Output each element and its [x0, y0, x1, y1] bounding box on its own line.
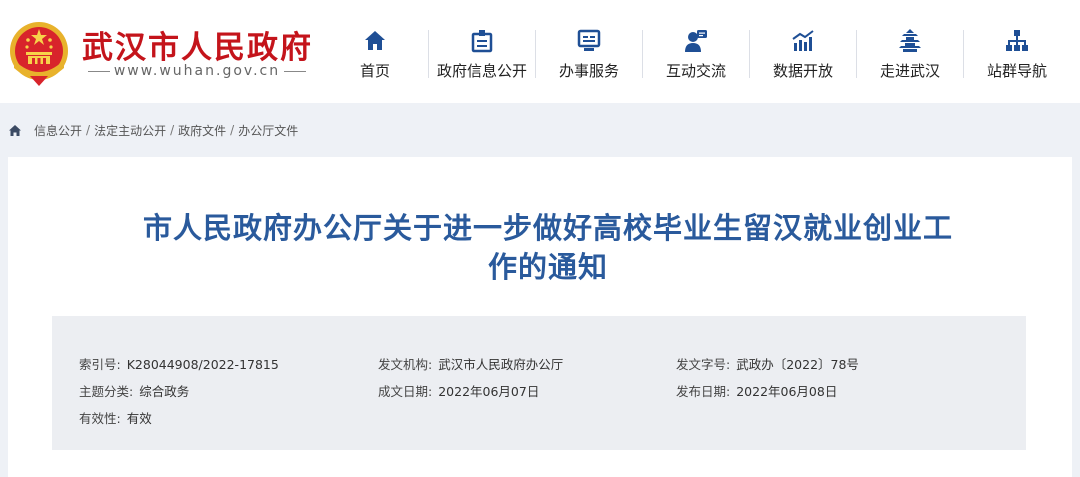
site-url: www.wuhan.gov.cn — [82, 63, 312, 79]
meta-label: 发文机构: — [378, 357, 433, 372]
nav-open-data[interactable]: 数据开放 — [750, 22, 856, 84]
nav-interaction[interactable]: 互动交流 — [643, 22, 749, 84]
meta-value: 有效 — [126, 411, 152, 426]
meta-doc-no: 发文字号: 武政办〔2022〕78号 — [676, 354, 859, 373]
meta-published-date: 发布日期: 2022年06月08日 — [676, 381, 837, 400]
home-icon — [365, 31, 385, 50]
nav-about-wuhan[interactable]: 走进武汉 — [857, 22, 963, 84]
breadcrumb-separator: / — [86, 123, 91, 137]
nav-site-groups-label: 站群导航 — [986, 62, 1047, 80]
breadcrumb-item-info-public[interactable]: 信息公开 — [34, 122, 82, 139]
article-card: 市人民政府办公厅关于进一步做好高校毕业生留汉就业创业工 作的通知 索引号: K28… — [8, 157, 1072, 477]
nav-services[interactable]: 办事服务 — [536, 22, 642, 84]
breadcrumb-item-gov-docs[interactable]: 政府文件 — [178, 122, 226, 139]
nav-services-label: 办事服务 — [558, 62, 619, 80]
meta-label: 主题分类: — [79, 384, 134, 399]
site-name[interactable]: 武汉市人民政府 — [82, 22, 313, 67]
breadcrumb-item-office-docs[interactable]: 办公厅文件 — [238, 122, 298, 139]
meta-value: 综合政务 — [139, 384, 190, 399]
meta-label: 有效性: — [79, 411, 121, 426]
nav-home[interactable]: 首页 — [322, 22, 428, 84]
site-header: 武汉市人民政府 www.wuhan.gov.cn 首页 政府信息公开 办事服务 … — [0, 0, 1080, 103]
nav-gov-info-label: 政府信息公开 — [436, 62, 527, 80]
breadcrumb-item-statutory[interactable]: 法定主动公开 — [94, 122, 166, 139]
article-title: 市人民政府办公厅关于进一步做好高校毕业生留汉就业创业工 作的通知 — [88, 209, 1008, 287]
nav-site-groups[interactable]: 站群导航 — [964, 22, 1070, 84]
article-title-line2: 作的通知 — [487, 250, 608, 284]
breadcrumb: 信息公开 / 法定主动公开 / 政府文件 / 办公厅文件 — [8, 121, 298, 139]
meta-validity: 有效性: 有效 — [79, 408, 152, 427]
national-emblem-icon[interactable] — [8, 20, 70, 86]
nav-open-data-label: 数据开放 — [772, 62, 833, 80]
meta-value: 2022年06月07日 — [438, 384, 540, 399]
meta-value: K28044908/2022-17815 — [126, 357, 279, 372]
yellow-crane-tower-icon — [899, 29, 921, 52]
nav-gov-info[interactable]: 政府信息公开 — [429, 22, 535, 84]
nav-interaction-label: 互动交流 — [665, 62, 726, 80]
meta-label: 发布日期: — [676, 384, 731, 399]
nav-about-wuhan-label: 走进武汉 — [879, 62, 940, 80]
meta-value: 2022年06月08日 — [736, 384, 838, 399]
document-icon — [471, 30, 493, 53]
meta-value: 武汉市人民政府办公厅 — [438, 357, 564, 372]
meta-value: 武政办〔2022〕78号 — [736, 357, 859, 372]
meta-issuer: 发文机构: 武汉市人民政府办公厅 — [378, 354, 563, 373]
service-screen-icon — [577, 29, 601, 51]
meta-topic: 主题分类: 综合政务 — [79, 381, 189, 400]
meta-label: 索引号: — [79, 357, 121, 372]
article-title-line1: 市人民政府办公厅关于进一步做好高校毕业生留汉就业创业工 — [142, 211, 953, 245]
breadcrumb-separator: / — [170, 123, 175, 137]
meta-label: 成文日期: — [378, 384, 433, 399]
chat-person-icon — [685, 30, 707, 52]
sitemap-icon — [1006, 30, 1028, 51]
home-icon[interactable] — [8, 124, 22, 137]
site-url-text: www.wuhan.gov.cn — [113, 63, 281, 79]
nav-home-label: 首页 — [359, 62, 390, 80]
breadcrumb-separator: / — [230, 123, 235, 137]
meta-created-date: 成文日期: 2022年06月07日 — [378, 381, 539, 400]
data-chart-icon — [792, 30, 814, 51]
meta-index-no: 索引号: K28044908/2022-17815 — [79, 354, 279, 373]
document-meta-panel: 索引号: K28044908/2022-17815 发文机构: 武汉市人民政府办公厅… — [52, 316, 1026, 450]
meta-label: 发文字号: — [676, 357, 731, 372]
